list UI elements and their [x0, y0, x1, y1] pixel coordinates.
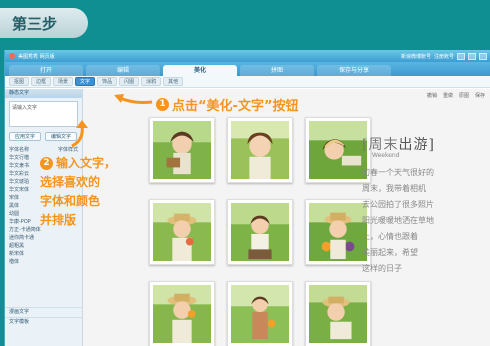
tool-other[interactable]: 其他: [163, 77, 184, 86]
sidebar-section-comic-text[interactable]: 漫画文字: [5, 307, 83, 316]
weekend-line: 阳光暖暖地洒在草地: [362, 216, 434, 225]
photo-girl-sitting: [231, 203, 289, 261]
list-item[interactable]: 楷体: [9, 258, 78, 266]
maximize-icon[interactable]: [468, 52, 476, 60]
annotation-1-arrow-icon: [114, 94, 153, 104]
minimize-icon[interactable]: [457, 52, 465, 60]
beautify-toolbar: 抠图 边框 场景 文字 饰品 闪图 涂鸦 其他: [5, 76, 490, 88]
sidebar-section-text-template[interactable]: 文字模板: [5, 317, 83, 326]
weekend-paragraph: 初春一个天气很好的 周末，我带着相机 去公园拍了很多照片 阳光暖暖地洒在草地 上…: [362, 165, 482, 277]
annotation-2-arrow-icon: [71, 120, 88, 148]
weekend-line: 这样的日子: [362, 264, 402, 273]
weekend-line: 周末，我带着相机: [362, 184, 426, 193]
tab-edit[interactable]: 编辑: [86, 65, 160, 76]
annotation-step-2: 2 输入文字， 选择喜欢的 字体和颜色 并排版: [40, 154, 116, 230]
list-item[interactable]: 迷你简卡通: [9, 234, 78, 242]
list-item[interactable]: 新宋体: [9, 250, 78, 258]
annotation-1-text: 点击“美化-文字”按钮: [172, 99, 299, 114]
photo-tile: [227, 281, 293, 346]
weekend-line: 上，心情也跟着: [362, 232, 418, 241]
photo-tile: [149, 199, 215, 265]
annotation-2-line: 并排版: [40, 213, 77, 227]
weekend-line: 初春一个天气很好的: [362, 168, 434, 177]
tab-beautify[interactable]: 美化: [163, 65, 237, 76]
annotation-1-number: 1: [156, 98, 169, 111]
tool-doodle[interactable]: 涂鸦: [141, 77, 162, 86]
weekend-title: [周末出游]: [362, 134, 482, 154]
app-logo-icon: [9, 53, 15, 59]
weekend-line: 美丽起来，希望: [362, 248, 418, 257]
photo-girl-fruit: [309, 203, 367, 261]
step-banner: 第三步: [0, 0, 490, 50]
titlebar-controls: 新浪微博账号 注册账号: [401, 52, 490, 60]
tool-text[interactable]: 文字: [75, 77, 96, 86]
main-tabbar: 打开 编辑 美化 拼图 保存与分享: [5, 62, 490, 76]
photo-girl-smile: [231, 121, 289, 179]
list-item[interactable]: 超粗黑: [9, 242, 78, 250]
original-button[interactable]: 原图: [459, 92, 469, 99]
photo-tile: [227, 199, 293, 265]
tab-save-share[interactable]: 保存与分享: [317, 65, 391, 76]
weekend-line: 去公园拍了很多照片: [362, 200, 434, 209]
annotation-2-line: 输入文字，: [56, 156, 117, 170]
titlebar-link-register[interactable]: 注册账号: [434, 53, 454, 60]
photo-tile: [149, 117, 215, 183]
redo-button[interactable]: 重做: [443, 92, 453, 99]
font-list-header-name[interactable]: 字体名称: [9, 146, 29, 154]
tab-open[interactable]: 打开: [9, 65, 83, 76]
photo-girl-standing: [231, 285, 289, 343]
apply-text-button[interactable]: 应用文字: [9, 132, 42, 141]
titlebar-link-weibo[interactable]: 新浪微博账号: [401, 53, 431, 60]
annotation-2-line: 字体和颜色: [40, 194, 101, 208]
annotation-2-number: 2: [40, 157, 53, 170]
weekend-text-block: [周末出游] Weekend 初春一个天气很好的 周末，我带着相机 去公园拍了很…: [362, 134, 482, 346]
step-label: 第三步: [0, 8, 88, 38]
sidebar-header[interactable]: 静态文字: [5, 89, 82, 98]
photo-girl-lying: [309, 285, 367, 343]
undo-button[interactable]: 撤销: [427, 92, 437, 99]
canvas-toolbar: 撤销 重做 原图 保存: [427, 92, 485, 99]
tool-scene[interactable]: 场景: [53, 77, 74, 86]
photo-girl-basket: [153, 121, 211, 179]
annotation-2-line: 选择喜欢的: [40, 175, 101, 189]
photo-tile: [227, 117, 293, 183]
photo-girl-grass: [309, 121, 367, 179]
tool-ornament[interactable]: 饰品: [97, 77, 118, 86]
annotation-step-1: 1 点击“美化-文字”按钮: [156, 95, 298, 114]
tool-cutout[interactable]: 抠图: [9, 77, 30, 86]
close-icon[interactable]: [479, 52, 487, 60]
photo-tile: [149, 281, 215, 346]
tool-flash[interactable]: 闪图: [119, 77, 140, 86]
weekend-title-left: [周末: [362, 137, 399, 153]
tool-frame[interactable]: 边框: [31, 77, 52, 86]
photo-girl-hat-orange: [153, 285, 211, 343]
tab-collage[interactable]: 拼图: [240, 65, 314, 76]
window-title: 美图秀秀 网页版: [18, 53, 55, 60]
window-titlebar: 美图秀秀 网页版 新浪微博账号 注册账号: [5, 50, 490, 62]
photo-girl-hat: [153, 203, 211, 261]
save-button[interactable]: 保存: [475, 92, 485, 99]
weekend-title-right: 出游]: [398, 137, 435, 153]
